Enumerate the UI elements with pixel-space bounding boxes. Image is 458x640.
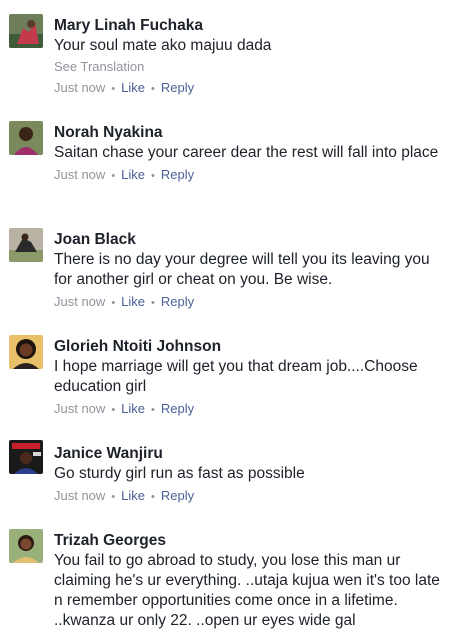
- reply-button[interactable]: Reply: [161, 294, 194, 309]
- separator-dot: •: [151, 404, 155, 416]
- comment-text: There is no day your degree will tell yo…: [54, 251, 430, 288]
- comment-timestamp: Just now: [54, 401, 106, 416]
- comment-actions: Just now • Like • Reply: [54, 400, 450, 419]
- separator-dot: •: [151, 491, 155, 503]
- avatar[interactable]: [9, 529, 43, 563]
- separator-dot: •: [111, 83, 116, 95]
- comment-timestamp: Just now: [54, 167, 106, 182]
- comment-timestamp: Just now: [54, 80, 106, 95]
- separator-dot: •: [111, 491, 116, 503]
- comment-actions: Just now • Like • Reply: [54, 293, 450, 312]
- commenter-name[interactable]: Norah Nyakina: [54, 123, 450, 143]
- commenter-name[interactable]: Mary Linah Fuchaka: [54, 16, 450, 36]
- avatar[interactable]: [9, 228, 43, 262]
- reply-button[interactable]: Reply: [161, 80, 194, 95]
- separator-dot: •: [111, 404, 116, 416]
- comment-timestamp: Just now: [54, 488, 106, 503]
- commenter-name[interactable]: Glorieh Ntoiti Johnson: [54, 337, 450, 357]
- separator-dot: •: [151, 297, 155, 309]
- comment-actions: Just now • Like • Reply: [54, 487, 450, 506]
- comment-text: I hope marriage will get you that dream …: [54, 358, 418, 395]
- avatar[interactable]: [9, 121, 43, 155]
- comment-timestamp: Just now: [54, 294, 106, 309]
- reply-button[interactable]: Reply: [161, 167, 194, 182]
- like-button[interactable]: Like: [121, 80, 145, 95]
- reply-button[interactable]: Reply: [161, 401, 194, 416]
- see-translation-link[interactable]: See Translation: [54, 58, 450, 76]
- commenter-name[interactable]: Janice Wanjiru: [54, 444, 450, 464]
- avatar[interactable]: [9, 335, 43, 369]
- reply-button[interactable]: Reply: [161, 488, 194, 503]
- avatar[interactable]: [9, 440, 43, 474]
- like-button[interactable]: Like: [121, 167, 145, 182]
- separator-dot: •: [151, 170, 155, 182]
- comment-text: Your soul mate ako majuu dada: [54, 37, 272, 54]
- like-button[interactable]: Like: [121, 294, 145, 309]
- comment-actions: Just now • Like • Reply: [54, 166, 450, 185]
- like-button[interactable]: Like: [121, 488, 145, 503]
- avatar[interactable]: [9, 14, 43, 48]
- comment-text: Saitan chase your career dear the rest w…: [54, 144, 439, 161]
- commenter-name[interactable]: Trizah Georges: [54, 531, 450, 551]
- separator-dot: •: [111, 297, 116, 309]
- comment-text: Go sturdy girl run as fast as possible: [54, 465, 305, 482]
- separator-dot: •: [151, 83, 155, 95]
- commenter-name[interactable]: Joan Black: [54, 230, 450, 250]
- comment-actions: Just now • Like • Reply: [54, 79, 450, 98]
- like-button[interactable]: Like: [121, 401, 145, 416]
- separator-dot: •: [111, 170, 116, 182]
- comment-text: You fail to go abroad to study, you lose…: [54, 552, 440, 629]
